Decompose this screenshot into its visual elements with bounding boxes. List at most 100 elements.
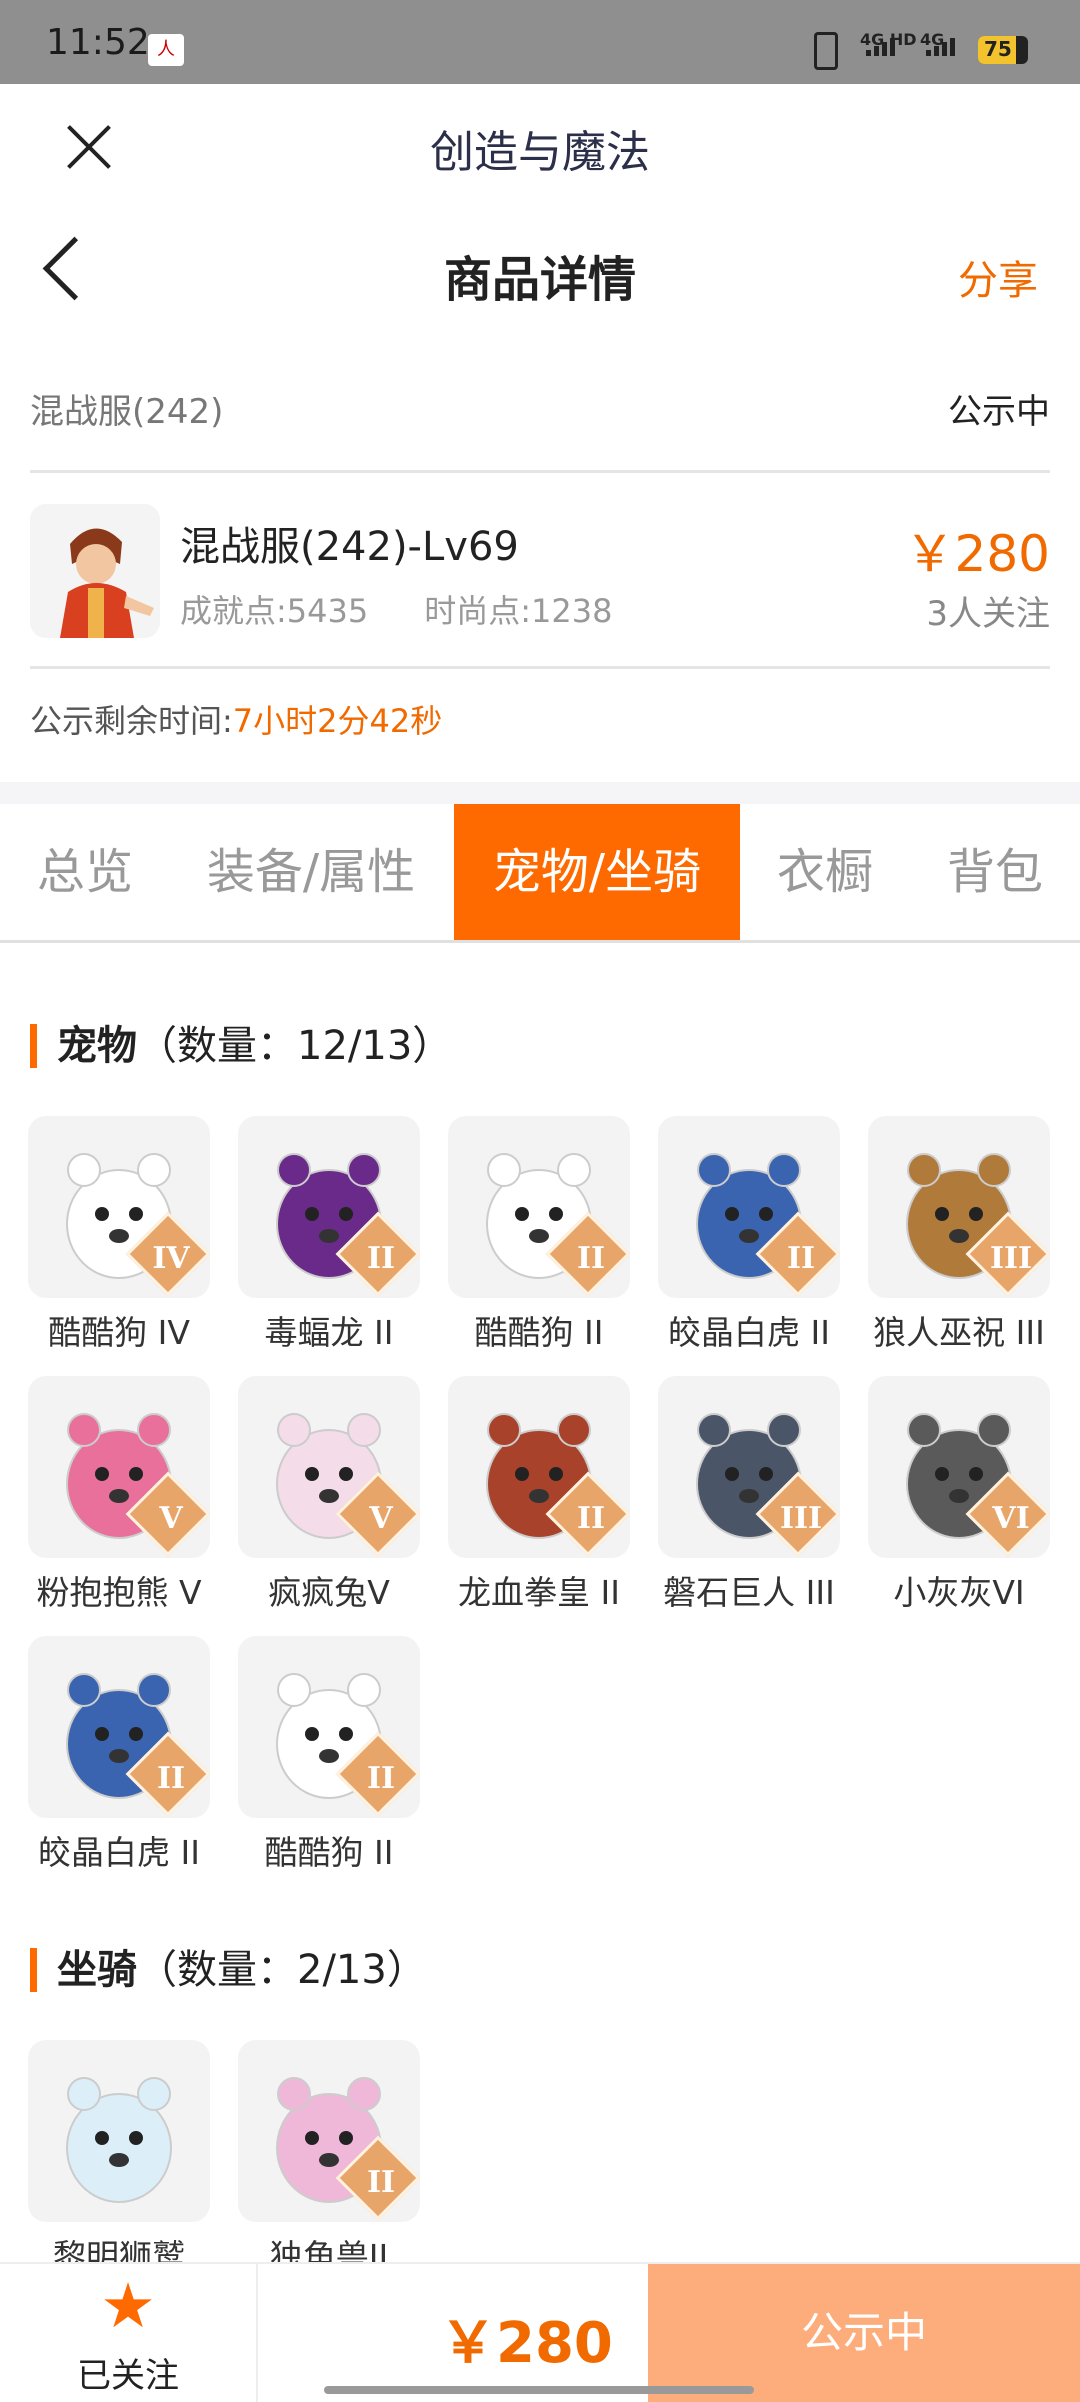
pets-image: II <box>448 1376 630 1558</box>
pets-name: 龙血拳皇 II <box>458 1573 620 1612</box>
public-status-button[interactable]: 公示中 <box>648 2264 1080 2402</box>
pets-title: 宠物 <box>57 1023 137 1069</box>
pets-image: II <box>658 1116 840 1298</box>
watcher-count: 3人关注 <box>926 594 1050 634</box>
pets-name: 酷酷狗 IV <box>48 1313 190 1352</box>
pets-item[interactable]: II 皎晶白虎 II <box>28 1636 210 1874</box>
pets-section-title: 宠物（数量：12/13） <box>30 1024 452 1068</box>
follow-button[interactable]: ★ 已关注 <box>0 2264 258 2402</box>
signal-icon-1 <box>866 38 895 56</box>
fashion-points: 时尚点:1238 <box>424 592 613 630</box>
pets-item[interactable]: III 狼人巫祝 III <box>868 1116 1050 1354</box>
mounts-grid: 黎明狮鹫 II 独角兽II <box>28 2040 1052 2276</box>
countdown: 公示剩余时间:7小时2分42秒 <box>30 696 442 742</box>
pets-image: V <box>238 1376 420 1558</box>
pets-count: （数量：12/13） <box>137 1023 453 1069</box>
status-time: 11:52 <box>46 22 150 63</box>
pets-name: 狼人巫祝 III <box>873 1313 1045 1352</box>
star-icon: ★ <box>100 2269 156 2342</box>
pets-name: 酷酷狗 II <box>474 1313 604 1352</box>
grade-label: V <box>159 1501 183 1536</box>
grade-label: III <box>779 1501 823 1536</box>
pets-item[interactable]: V 粉抱抱熊 V <box>28 1376 210 1614</box>
tab-overview[interactable]: 总览 <box>0 804 170 940</box>
tab-backpack[interactable]: 背包 <box>910 804 1080 940</box>
home-indicator <box>324 2386 754 2394</box>
mounts-image: II <box>238 2040 420 2222</box>
grade-label: II <box>366 2165 396 2200</box>
tab-pets-mounts[interactable]: 宠物/坐骑 <box>454 804 740 940</box>
pets-image: V <box>28 1376 210 1558</box>
mounts-title: 坐骑 <box>57 1947 137 1993</box>
follow-label: 已关注 <box>77 2356 179 2396</box>
section-divider <box>0 782 1080 804</box>
grade-label: V <box>369 1501 393 1536</box>
grade-label: II <box>786 1241 816 1276</box>
pets-item[interactable]: II 酷酷狗 II <box>238 1636 420 1874</box>
signal-icon-2 <box>926 38 955 56</box>
countdown-value: 7小时2分42秒 <box>232 702 443 740</box>
app-notification-icon: 人 <box>148 34 184 66</box>
grade-label: II <box>366 1761 396 1796</box>
item-name: 混战服(242)-Lv69 <box>180 524 519 570</box>
app-title: 创造与魔法 <box>430 127 650 178</box>
pets-name: 毒蝠龙 II <box>264 1313 394 1352</box>
achievement-points: 成就点:5435 <box>180 592 369 630</box>
tab-equipment[interactable]: 装备/属性 <box>176 804 446 940</box>
status-bar: 11:52 人 4G HD 4G 75 <box>0 0 1080 84</box>
mounts-item[interactable]: 黎明狮鹫 <box>28 2040 210 2278</box>
mounts-section-title: 坐骑（数量：2/13） <box>30 1948 427 1992</box>
pets-name: 皎晶白虎 II <box>38 1833 200 1872</box>
share-button[interactable]: 分享 <box>958 248 1038 306</box>
pets-name: 疯疯兔V <box>268 1573 390 1612</box>
item-summary[interactable]: 混战服(242)-Lv69 成就点:5435 时尚点:1238 ￥280 3人关注 <box>30 474 1050 669</box>
pets-item[interactable]: II 毒蝠龙 II <box>238 1116 420 1354</box>
countdown-label: 公示剩余时间: <box>30 702 233 740</box>
server-name: 混战服(242) <box>30 392 224 432</box>
pets-image: III <box>868 1116 1050 1298</box>
tab-bar: 总览 装备/属性 宠物/坐骑 衣橱 背包 <box>0 804 1080 943</box>
pets-image: IV <box>28 1116 210 1298</box>
item-stats: 成就点:5435 时尚点:1238 <box>180 586 612 632</box>
grade-label: II <box>366 1241 396 1276</box>
pets-item[interactable]: II 酷酷狗 II <box>448 1116 630 1354</box>
pets-item[interactable]: II 皎晶白虎 II <box>658 1116 840 1354</box>
server-row: 混战服(242) 公示中 <box>30 360 1050 473</box>
pets-image: II <box>28 1636 210 1818</box>
grade-label: IV <box>152 1241 190 1276</box>
bottom-price: ￥280 <box>440 2311 613 2376</box>
pets-name: 皎晶白虎 II <box>668 1313 830 1352</box>
tab-wardrobe[interactable]: 衣橱 <box>750 804 900 940</box>
listing-status: 公示中 <box>948 392 1050 432</box>
grade-label: II <box>576 1241 606 1276</box>
mounts-image <box>28 2040 210 2222</box>
mounts-item[interactable]: II 独角兽II <box>238 2040 420 2278</box>
grade-label: II <box>156 1761 186 1796</box>
mounts-count: （数量：2/13） <box>137 1947 427 1993</box>
pets-item[interactable]: IV 酷酷狗 IV <box>28 1116 210 1354</box>
pets-image: II <box>238 1636 420 1818</box>
pets-image: II <box>238 1116 420 1298</box>
pets-image: VI <box>868 1376 1050 1558</box>
pets-item[interactable]: V 疯疯兔V <box>238 1376 420 1614</box>
pets-name: 粉抱抱熊 V <box>36 1573 202 1612</box>
pets-image: II <box>448 1116 630 1298</box>
battery-level: 75 <box>984 37 1012 61</box>
battery-icon: 75 <box>978 36 1028 64</box>
character-avatar <box>30 504 160 638</box>
vibrate-icon <box>814 32 838 70</box>
pets-item[interactable]: II 龙血拳皇 II <box>448 1376 630 1614</box>
pets-grid: IV 酷酷狗 IV II 毒蝠龙 II II 酷酷狗 II II 皎晶白虎 II III 狼人巫祝… <box>28 1116 1052 1876</box>
app-title-bar: 创造与魔法 <box>0 84 1080 210</box>
grade-label: VI <box>992 1501 1030 1536</box>
pets-image: III <box>658 1376 840 1558</box>
pets-item[interactable]: III 磐石巨人 III <box>658 1376 840 1614</box>
pets-name: 酷酷狗 II <box>264 1833 394 1872</box>
page-header: 商品详情 分享 <box>0 210 1080 336</box>
grade-label: II <box>576 1501 606 1536</box>
page-title: 商品详情 <box>443 252 636 308</box>
pets-name: 小灰灰VI <box>893 1573 1025 1612</box>
item-price: ￥280 <box>904 525 1050 583</box>
bottom-action-bar: ★ 已关注 ￥280 公示中 <box>0 2262 1080 2402</box>
pets-item[interactable]: VI 小灰灰VI <box>868 1376 1050 1614</box>
